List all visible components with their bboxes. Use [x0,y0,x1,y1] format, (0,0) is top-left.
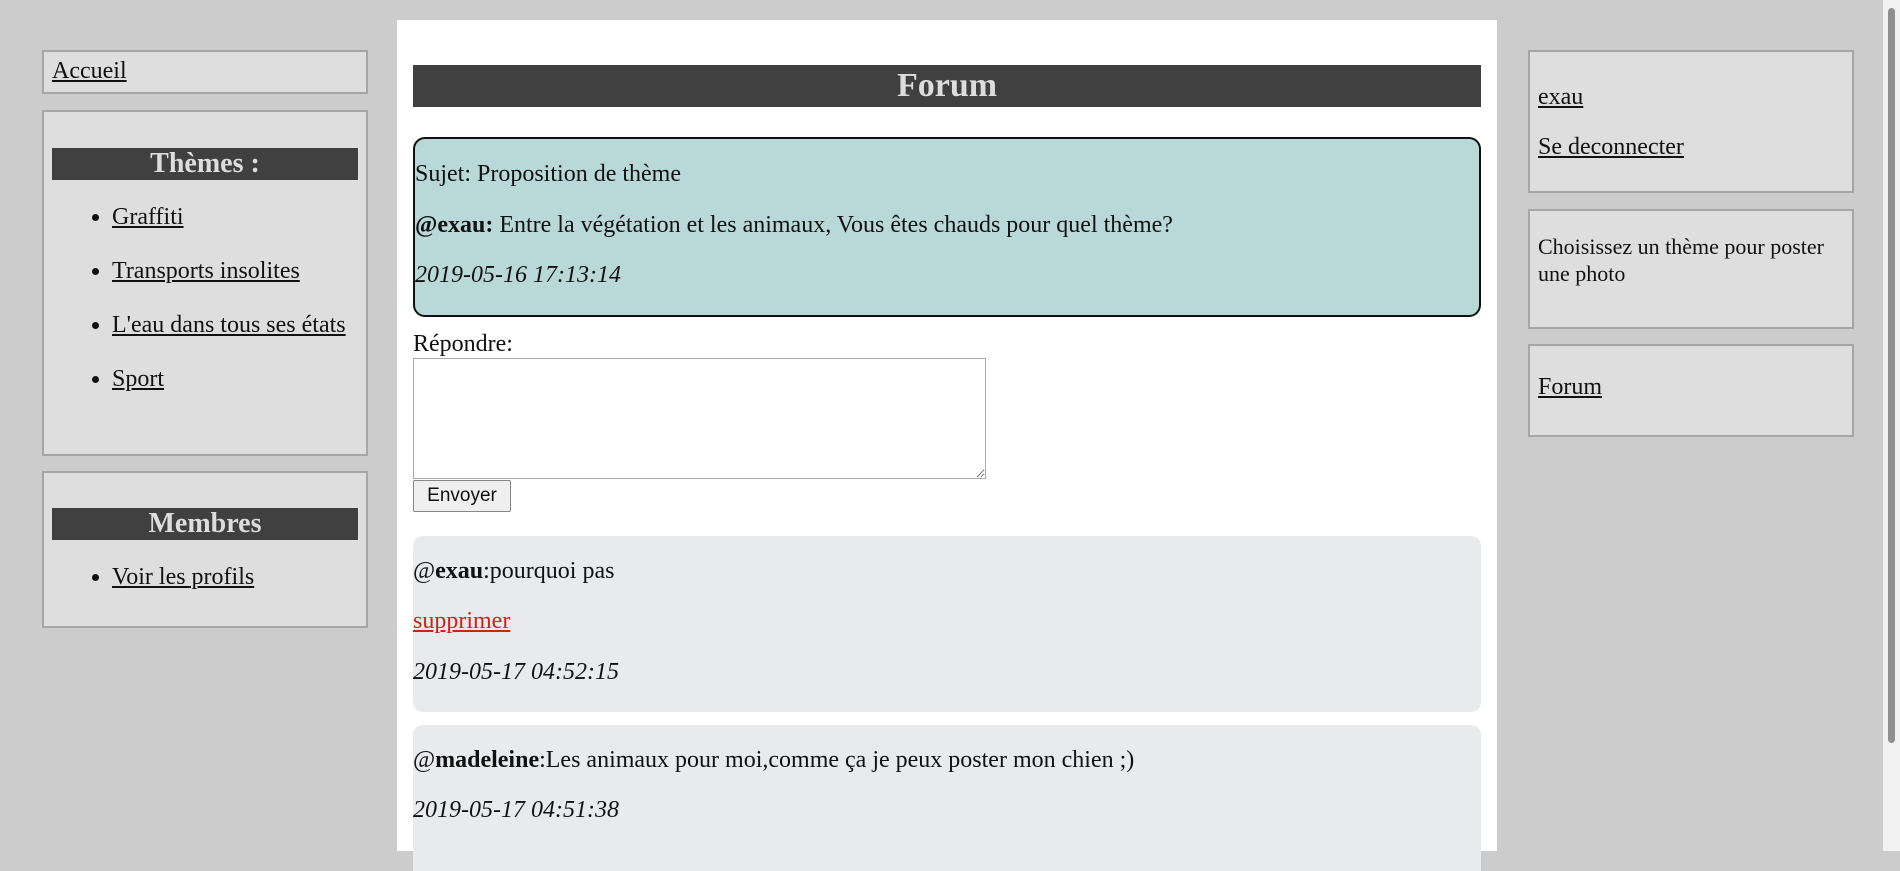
info-box: Choisissez un thème pour poster une phot… [1528,209,1854,329]
post-message: @exau:pourquoi pas [413,558,614,585]
post-item: @exau:pourquoi pas supprimer 2019-05-17 … [413,536,1481,712]
list-item: L'eau dans tous ses états [112,310,366,364]
post-text: :Les animaux pour moi,comme ça je peux p… [539,747,1135,773]
logout-link[interactable]: Se deconnecter [1538,134,1684,161]
members-box: Membres Voir les profils [42,471,368,628]
main-content: Forum Sujet: Proposition de thème @exau:… [397,20,1497,871]
members-title: Membres [52,508,358,540]
members-list: Voir les profils [44,562,366,592]
subject-author: @exau: [415,212,494,238]
subject-date: 2019-05-16 17:13:14 [415,262,621,288]
page-title: Forum [413,65,1481,107]
post-at: @ [413,558,436,584]
theme-link-transports[interactable]: Transports insolites [112,258,300,284]
subject-label: Sujet: Proposition de thème [415,161,681,187]
post-author: madeleine [435,747,540,773]
list-item: Transports insolites [112,256,366,310]
vertical-scrollbar[interactable] [1883,0,1900,851]
forum-link[interactable]: Forum [1538,374,1602,401]
list-item: Graffiti [112,202,366,256]
subject-box: Sujet: Proposition de thème @exau: Entre… [413,137,1481,317]
themes-list: Graffiti Transports insolites L'eau dans… [44,202,366,418]
theme-link-sport[interactable]: Sport [112,366,164,392]
delete-row: supprimer [413,608,510,635]
post-date: 2019-05-17 04:52:15 [413,659,619,685]
view-profiles-link[interactable]: Voir les profils [112,564,254,590]
info-text: Choisissez un thème pour poster une phot… [1538,234,1824,286]
list-item: Voir les profils [112,562,366,592]
user-box: exau Se deconnecter [1528,50,1854,193]
theme-link-graffiti[interactable]: Graffiti [112,204,184,230]
themes-title: Thèmes : [52,148,358,180]
subject-text: Entre la végétation et les animaux, Vous… [493,212,1173,238]
post-author: exau [435,558,484,584]
post-message: @madeleine:Les animaux pour moi,comme ça… [413,747,1134,774]
post-text: :pourquoi pas [483,558,615,584]
themes-box: Thèmes : Graffiti Transports insolites L… [42,110,368,456]
delete-post-link[interactable]: supprimer [413,608,510,634]
scrollbar-thumb[interactable] [1888,8,1895,743]
list-item: Sport [112,364,366,418]
username-link[interactable]: exau [1538,84,1583,111]
theme-link-eau[interactable]: L'eau dans tous ses états [112,312,346,338]
home-link[interactable]: Accueil [52,58,127,85]
post-item: @madeleine:Les animaux pour moi,comme ça… [413,725,1481,871]
reply-label: Répondre: [413,331,513,357]
reply-textarea[interactable] [413,358,986,479]
forum-box: Forum [1528,344,1854,437]
post-date: 2019-05-17 04:51:38 [413,797,619,823]
subject-message: @exau: Entre la végétation et les animau… [415,212,1173,239]
home-box: Accueil [42,50,368,94]
post-at: @ [413,747,436,773]
send-button[interactable]: Envoyer [413,480,511,512]
